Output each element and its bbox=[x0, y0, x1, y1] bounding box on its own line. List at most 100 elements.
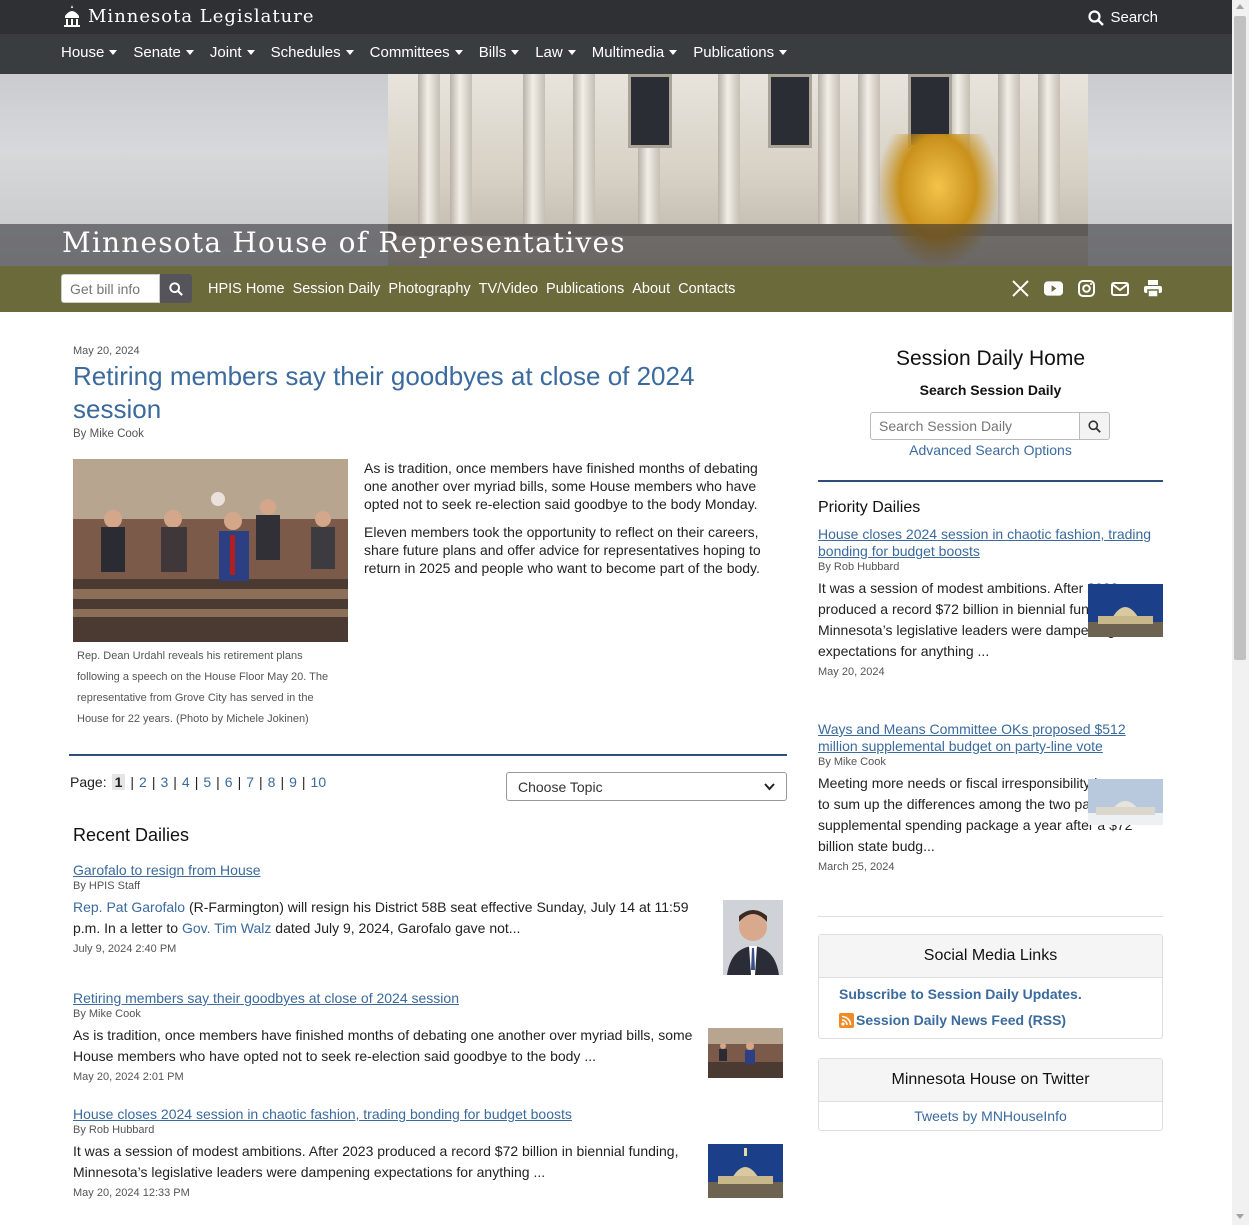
nav-multimedia[interactable]: Multimedia bbox=[592, 44, 678, 61]
priority-item: Ways and Means Committee OKs proposed $5… bbox=[818, 721, 1163, 873]
subnav-publications[interactable]: Publications bbox=[546, 281, 624, 297]
top-bar: Minnesota Legislature Search bbox=[0, 0, 1232, 34]
topic-select[interactable]: Choose Topic bbox=[506, 772, 787, 801]
search-icon bbox=[169, 281, 183, 296]
page-link[interactable]: 2 bbox=[139, 774, 147, 790]
social-icons bbox=[1011, 279, 1162, 298]
subnav-photography[interactable]: Photography bbox=[388, 281, 470, 297]
print-icon[interactable] bbox=[1143, 279, 1162, 298]
search-icon bbox=[1088, 419, 1101, 433]
social-media-card: Social Media Links Subscribe to Session … bbox=[818, 934, 1163, 1039]
tweets-link[interactable]: Tweets by MNHouseInfo bbox=[819, 1102, 1162, 1130]
divider bbox=[818, 916, 1163, 917]
daily-byline: By HPIS Staff bbox=[73, 880, 141, 892]
advanced-search-link[interactable]: Advanced Search Options bbox=[818, 442, 1163, 458]
session-daily-search-button[interactable] bbox=[1080, 412, 1110, 440]
bill-search bbox=[61, 274, 192, 303]
subnav-hpis-home[interactable]: HPIS Home bbox=[208, 281, 285, 297]
brand-text: Minnesota Legislature bbox=[88, 5, 315, 27]
youtube-icon[interactable] bbox=[1044, 279, 1063, 298]
scrollbar[interactable] bbox=[1232, 0, 1249, 1225]
social-media-heading: Social Media Links bbox=[819, 935, 1162, 978]
top-search-button[interactable]: Search bbox=[1088, 9, 1158, 26]
section-divider bbox=[69, 754, 787, 756]
instagram-icon[interactable] bbox=[1077, 279, 1096, 298]
subnav-contacts[interactable]: Contacts bbox=[678, 281, 735, 297]
topic-select-value: Choose Topic bbox=[518, 778, 603, 795]
priority-date: March 25, 2024 bbox=[818, 861, 895, 873]
priority-title-link[interactable]: House closes 2024 session in chaotic fas… bbox=[818, 526, 1163, 560]
bill-search-button[interactable] bbox=[160, 274, 192, 303]
priority-item: House closes 2024 session in chaotic fas… bbox=[818, 526, 1163, 678]
pagination: Page: 1 | 2 | 3 | 4 | 5 | 6 | 7 | 8 | 9 | 10 bbox=[70, 774, 327, 790]
main-content: May 20, 2024 Retiring members say their … bbox=[69, 330, 787, 1199]
top-search-label: Search bbox=[1110, 9, 1158, 26]
nav-house[interactable]: House bbox=[61, 44, 118, 61]
caret-down-icon bbox=[779, 50, 788, 55]
sidebar: Session Daily Home Search Session Daily … bbox=[818, 330, 1163, 1131]
scrollbar-thumb[interactable] bbox=[1234, 16, 1246, 660]
nav-bills[interactable]: Bills bbox=[479, 44, 520, 61]
nav-committees[interactable]: Committees bbox=[370, 44, 463, 61]
daily-summary: It was a session of modest ambitions. Af… bbox=[73, 1143, 679, 1180]
subnav-tv-video[interactable]: TV/Video bbox=[479, 281, 538, 297]
list-item: Retiring members say their goodbyes at c… bbox=[73, 990, 787, 1083]
page-link[interactable]: 10 bbox=[311, 774, 327, 790]
nav-schedules[interactable]: Schedules bbox=[271, 44, 354, 61]
photo-caption: Rep. Dean Urdahl reveals his retirement … bbox=[77, 650, 329, 725]
caret-down-icon bbox=[185, 50, 194, 55]
priority-byline: By Mike Cook bbox=[818, 756, 886, 768]
page-link[interactable]: 8 bbox=[268, 774, 276, 790]
page-link[interactable]: 4 bbox=[182, 774, 190, 790]
caret-down-icon bbox=[454, 50, 463, 55]
rss-link[interactable]: Session Daily News Feed (RSS) bbox=[839, 1012, 1142, 1028]
daily-title-link[interactable]: Retiring members say their goodbyes at c… bbox=[73, 990, 787, 1006]
nav-law[interactable]: Law bbox=[535, 44, 576, 61]
subnav-session-daily[interactable]: Session Daily bbox=[293, 281, 381, 297]
daily-summary: Rep. Pat Garofalo (R-Farmington) will re… bbox=[73, 899, 689, 936]
scroll-down-arrow-icon[interactable] bbox=[1236, 1214, 1244, 1219]
page-link[interactable]: 6 bbox=[225, 774, 233, 790]
hero-banner: Minnesota House of Representatives bbox=[0, 74, 1232, 266]
session-daily-search-input[interactable] bbox=[870, 412, 1080, 440]
priority-thumbnail bbox=[1088, 779, 1163, 825]
daily-title-link[interactable]: Garofalo to resign from House bbox=[73, 862, 787, 878]
main-nav: House Senate Joint Schedules Committees … bbox=[0, 34, 1232, 74]
brand-logo[interactable]: Minnesota Legislature bbox=[62, 4, 314, 28]
caret-down-icon bbox=[567, 50, 576, 55]
page-link[interactable]: 3 bbox=[160, 774, 168, 790]
session-daily-home-heading: Session Daily Home bbox=[895, 347, 1086, 370]
article-date: May 20, 2024 bbox=[73, 345, 140, 357]
page-link[interactable]: 7 bbox=[246, 774, 254, 790]
scroll-up-arrow-icon[interactable] bbox=[1236, 4, 1244, 9]
bill-info-input[interactable] bbox=[61, 274, 160, 303]
search-icon bbox=[1088, 9, 1105, 26]
daily-title-link[interactable]: House closes 2024 session in chaotic fas… bbox=[73, 1106, 787, 1122]
article-title: Retiring members say their goodbyes at c… bbox=[73, 361, 695, 424]
priority-title-link[interactable]: Ways and Means Committee OKs proposed $5… bbox=[818, 721, 1163, 755]
list-item: Garofalo to resign from House By HPIS St… bbox=[73, 862, 787, 955]
email-icon[interactable] bbox=[1110, 279, 1129, 298]
rep-garofalo-link[interactable]: Rep. Pat Garofalo bbox=[73, 899, 185, 915]
priority-thumbnail bbox=[1088, 584, 1163, 637]
gov-walz-link[interactable]: Gov. Tim Walz bbox=[182, 920, 271, 936]
daily-date: July 9, 2024 2:40 PM bbox=[73, 943, 177, 955]
subnav-about[interactable]: About bbox=[632, 281, 670, 297]
recent-dailies-heading: Recent Dailies bbox=[73, 825, 190, 845]
article-paragraph: As is tradition, once members have finis… bbox=[364, 460, 758, 512]
section-divider bbox=[818, 480, 1163, 482]
subscribe-link[interactable]: Subscribe to Session Daily Updates. bbox=[839, 986, 1142, 1002]
nav-joint[interactable]: Joint bbox=[210, 44, 255, 61]
article-body: As is tradition, once members have finis… bbox=[364, 459, 769, 587]
nav-senate[interactable]: Senate bbox=[133, 44, 194, 61]
page-link[interactable]: 5 bbox=[203, 774, 211, 790]
garofalo-portrait bbox=[723, 900, 783, 975]
page-current: 1 bbox=[111, 774, 126, 790]
hero-title: Minnesota House of Representatives bbox=[62, 226, 626, 259]
x-twitter-icon[interactable] bbox=[1011, 279, 1030, 298]
page-link[interactable]: 9 bbox=[289, 774, 297, 790]
chevron-down-icon bbox=[764, 782, 775, 790]
nav-publications[interactable]: Publications bbox=[693, 44, 788, 61]
list-item: House closes 2024 session in chaotic fas… bbox=[73, 1106, 787, 1199]
caret-down-icon bbox=[246, 50, 255, 55]
